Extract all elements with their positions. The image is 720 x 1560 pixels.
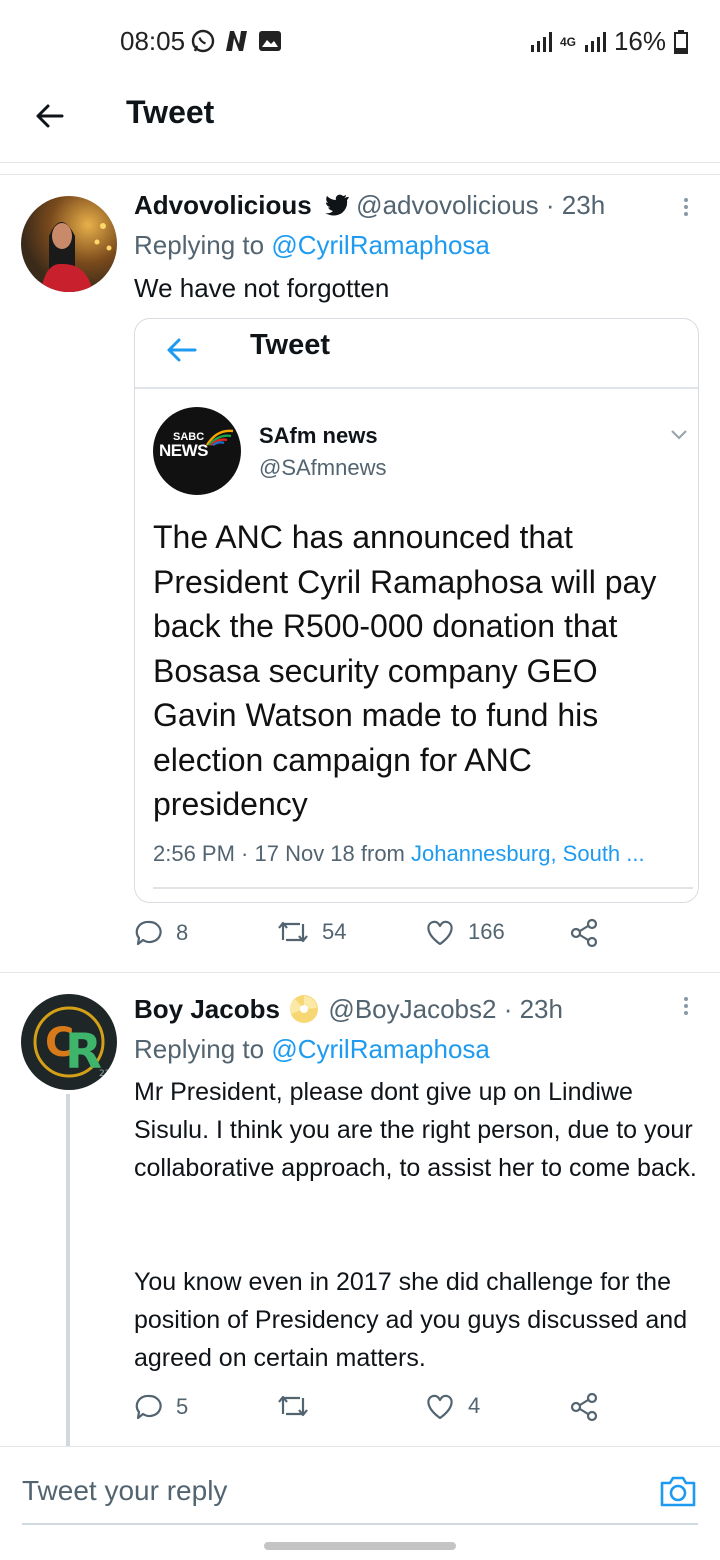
reply-count: 8 bbox=[176, 920, 189, 945]
divider bbox=[0, 174, 720, 175]
battery-percent: 16% bbox=[613, 26, 666, 56]
replying-prefix: Replying to bbox=[134, 1034, 265, 1064]
thread-connector bbox=[66, 1094, 70, 1446]
verified-bird-icon bbox=[324, 194, 349, 216]
tweet-text: We have not forgotten bbox=[134, 273, 390, 303]
quoted-meta-time: 2:56 PM · 17 Nov 18 from bbox=[153, 841, 411, 866]
display-name[interactable]: Advovolicious bbox=[134, 190, 312, 220]
handle[interactable]: @advovolicious bbox=[356, 190, 538, 220]
retweet-icon bbox=[278, 1395, 308, 1417]
reply-count: 5 bbox=[176, 1394, 189, 1419]
replying-to-link[interactable]: @CyrilRamaphosa bbox=[271, 1034, 490, 1064]
tweet-header: Boy Jacobs @BoyJacobs2 · 23h bbox=[134, 994, 563, 1025]
tweet-text-paragraph-1: Mr President, please dont give up on Lin… bbox=[134, 1078, 697, 1182]
gallery-icon bbox=[259, 31, 281, 51]
display-name[interactable]: Boy Jacobs bbox=[134, 994, 280, 1024]
share-icon bbox=[570, 918, 598, 948]
reply-button[interactable]: 5 bbox=[134, 1392, 188, 1422]
notification-icons bbox=[190, 28, 282, 54]
signal-icon bbox=[530, 31, 552, 52]
share-button[interactable] bbox=[570, 918, 600, 948]
more-options-icon[interactable] bbox=[684, 195, 690, 219]
reply-icon bbox=[135, 920, 162, 946]
reply-underline bbox=[22, 1523, 698, 1525]
share-icon bbox=[570, 1392, 598, 1422]
replying-line: Replying to @CyrilRamaphosa bbox=[134, 230, 490, 261]
like-button[interactable]: 4 bbox=[424, 1392, 480, 1420]
handle[interactable]: @BoyJacobs2 bbox=[328, 994, 496, 1024]
app-header: Tweet bbox=[0, 80, 720, 163]
heart-icon bbox=[427, 920, 453, 946]
emoji-badge-icon bbox=[290, 995, 319, 1023]
status-time: 08:05 bbox=[120, 26, 186, 56]
back-arrow-icon[interactable] bbox=[32, 98, 68, 134]
tweet-image[interactable]: Tweet SABC NEWS SAfm news @SAfmnews The … bbox=[134, 318, 699, 903]
avatar[interactable]: C R 22 bbox=[21, 994, 117, 1090]
camera-icon[interactable] bbox=[658, 1471, 698, 1511]
quoted-account-name: SAfm news bbox=[259, 423, 378, 448]
reply-input[interactable]: Tweet your reply bbox=[22, 1475, 227, 1507]
quoted-meta-location: Johannesburg, South ... bbox=[411, 841, 645, 866]
status-bar: 08:05 4G 16% bbox=[0, 0, 720, 80]
logo-rays-icon bbox=[205, 429, 234, 447]
divider bbox=[0, 972, 720, 973]
like-count: 166 bbox=[468, 919, 505, 944]
whatsapp-icon bbox=[191, 29, 215, 53]
network-type: 4G bbox=[559, 34, 576, 49]
more-options-icon[interactable] bbox=[684, 994, 690, 1018]
svg-text:R: R bbox=[65, 1024, 102, 1080]
replying-prefix: Replying to bbox=[134, 230, 265, 260]
image-header-title: Tweet bbox=[250, 329, 331, 361]
reply-button[interactable]: 8 bbox=[134, 918, 188, 948]
reply-composer[interactable]: Tweet your reply bbox=[0, 1446, 720, 1527]
system-icons: 4G 16% bbox=[530, 26, 688, 57]
chevron-down-icon bbox=[671, 430, 687, 440]
tweet-actions: 5 4 bbox=[134, 1392, 604, 1432]
tweet-text-paragraph-2: You know even in 2017 she did challenge … bbox=[134, 1268, 688, 1372]
tweet-actions: 8 54 166 bbox=[134, 918, 604, 958]
signal-icon-2 bbox=[584, 31, 606, 52]
logo-text-main: NEWS bbox=[159, 441, 209, 460]
quoted-tweet-meta: 2:56 PM · 17 Nov 18 from Johannesburg, S… bbox=[153, 841, 645, 867]
retweet-icon bbox=[278, 921, 308, 943]
home-indicator[interactable] bbox=[264, 1542, 456, 1550]
avatar[interactable] bbox=[21, 196, 117, 292]
battery-icon bbox=[674, 29, 688, 54]
tweet-header: Advovolicious @advovolicious · 23h bbox=[134, 190, 605, 221]
tweet-time: · 23h bbox=[503, 994, 563, 1024]
quoted-account-handle: @SAfmnews bbox=[259, 455, 387, 480]
quoted-tweet-text: The ANC has announced that President Cyr… bbox=[153, 519, 657, 822]
back-arrow-icon bbox=[167, 338, 197, 362]
replying-to-link[interactable]: @CyrilRamaphosa bbox=[271, 230, 490, 260]
page-title: Tweet bbox=[126, 94, 215, 130]
reply-icon bbox=[135, 1394, 162, 1420]
like-button[interactable]: 166 bbox=[424, 918, 505, 946]
image-header: Tweet bbox=[135, 319, 698, 389]
svg-text:22: 22 bbox=[99, 1069, 110, 1079]
tweet-time: · 23h bbox=[545, 190, 606, 220]
news-app-icon bbox=[226, 31, 247, 51]
retweet-button[interactable] bbox=[276, 1392, 322, 1420]
retweet-button[interactable]: 54 bbox=[276, 918, 346, 946]
replying-line: Replying to @CyrilRamaphosa bbox=[134, 1034, 490, 1065]
share-button[interactable] bbox=[570, 1392, 600, 1422]
divider bbox=[153, 887, 693, 889]
heart-icon bbox=[427, 1394, 453, 1420]
retweet-count: 54 bbox=[322, 919, 347, 944]
sabc-news-logo: SABC NEWS bbox=[153, 407, 241, 495]
like-count: 4 bbox=[468, 1393, 481, 1418]
